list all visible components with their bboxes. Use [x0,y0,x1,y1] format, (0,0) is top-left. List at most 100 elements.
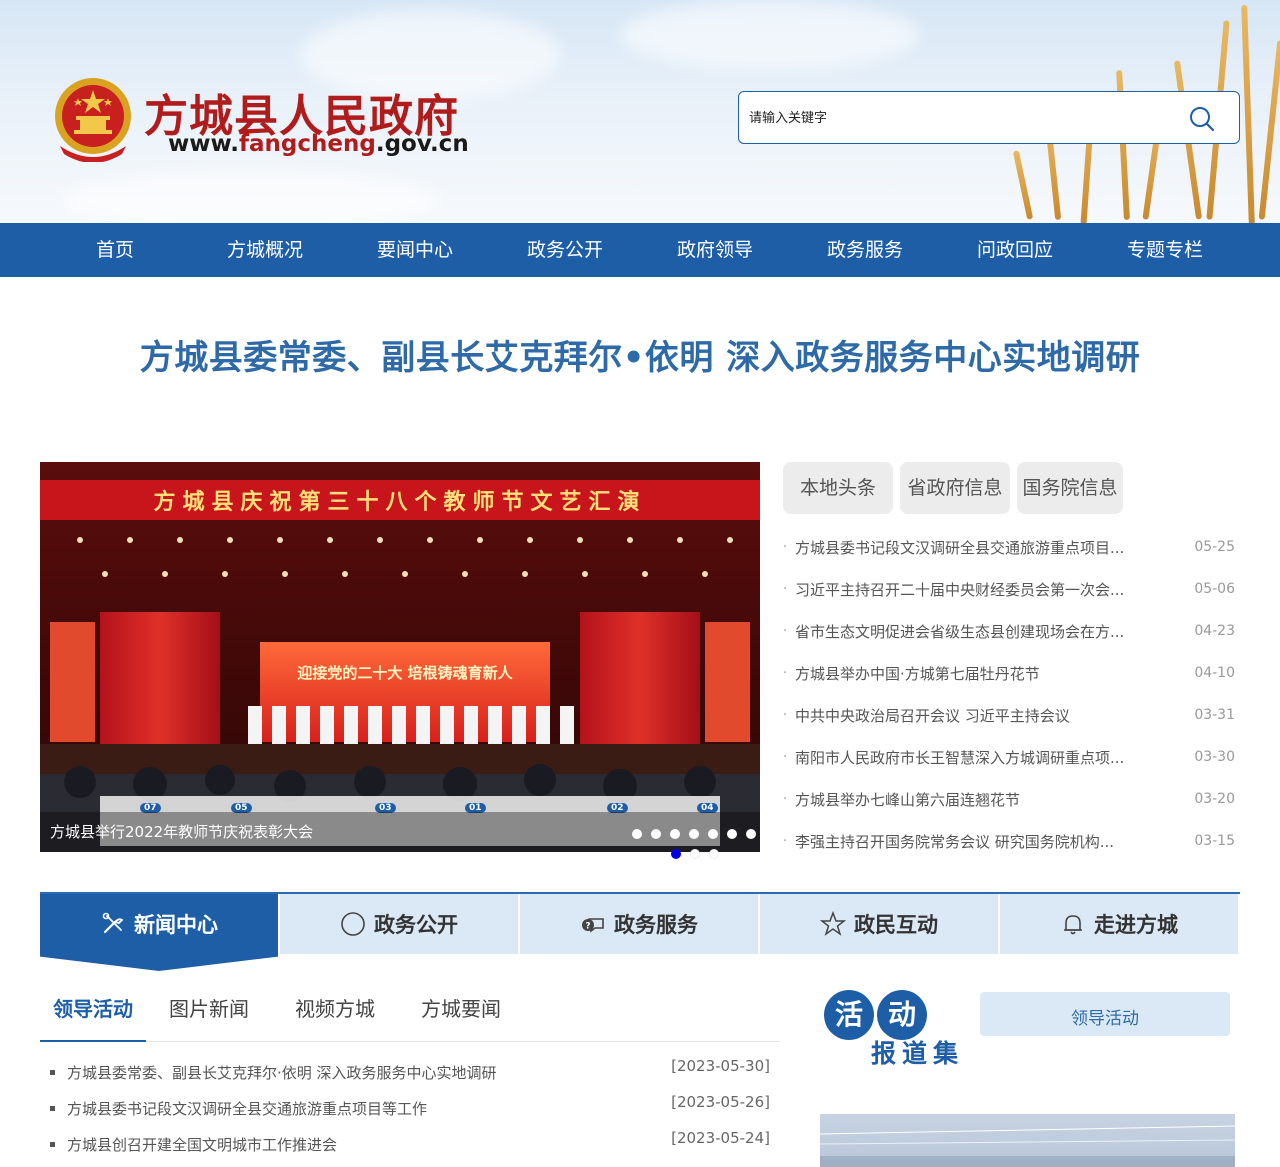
list-item[interactable]: 方城县创召开建全国文明城市工作推进会 [2023-05-24] [50,1126,770,1162]
pager-dot[interactable] [690,849,700,859]
list-item[interactable]: · 南阳市人民政府市长王智慧深入方城调研重点项... 03-30 [783,736,1235,778]
list-item[interactable]: · 中共中央政治局召开会议 习近平主持会议 03-31 [783,694,1235,736]
bullet-icon: · [783,623,788,639]
bullet-icon [50,1141,55,1147]
slider-dot-7[interactable] [746,829,756,839]
tab-government-services[interactable]: ? 政务服务 [520,894,758,954]
nav-item-overview[interactable]: 方城概况 [190,223,340,277]
nav-item-leaders[interactable]: 政府领导 [640,223,790,277]
pager-dot-active[interactable] [671,849,681,859]
list-item[interactable]: 方城县委常委、副县长艾克拜尔·依明 深入政务服务中心实地调研 [2023-05-3… [50,1054,770,1090]
circle-icon [341,912,365,936]
chat-icon: ? [582,918,604,933]
tab-leader-activities[interactable]: 领导活动 [40,990,146,1042]
slider-dot-6[interactable] [727,829,737,839]
news-title[interactable]: 方城县举办中国·方城第七届牡丹花节 [795,663,1175,684]
tab-news-center[interactable]: 新闻中心 [40,894,278,954]
leader-activities-button[interactable]: 领导活动 [980,992,1230,1036]
bullet-icon: · [783,707,788,723]
nav-item-services[interactable]: 政务服务 [790,223,940,277]
tab-label: 政务公开 [374,913,458,937]
tab-state-council-info[interactable]: 国务院信息 [1017,462,1123,514]
news-title[interactable]: 中共中央政治局召开会议 习近平主持会议 [795,705,1175,726]
news-date: 03-15 [1194,833,1235,849]
nav-item-affairs[interactable]: 政务公开 [490,223,640,277]
bullet-icon: · [783,749,788,765]
logo-subtitle: 报道集 [871,1039,965,1068]
tab-video-fangcheng[interactable]: 视频方城 [272,990,398,1042]
slider-dots [632,829,756,839]
news-title[interactable]: 李强主持召开国务院常务会议 研究国务院机构... [795,831,1175,852]
logo-char: 动 [877,990,927,1040]
list-item[interactable]: · 方城县委书记段文汉调研全县交通旅游重点项目... 05-25 [783,526,1235,568]
sub-tabs: 领导活动 图片新闻 视频方城 方城要闻 [40,990,780,1042]
news-title[interactable]: 习近平主持召开二十届中央财经委员会第一次会... [795,579,1175,600]
bullet-icon: · [783,791,788,807]
tab-interaction[interactable]: 政民互动 [760,894,998,954]
site-header: 方城县人民政府 www.fangcheng.gov.cn [0,0,1280,223]
list-item[interactable]: · 方城县举办中国·方城第七届牡丹花节 04-10 [783,652,1235,694]
bullet-icon: · [783,581,788,597]
slider-dot-5[interactable] [708,829,718,839]
photo-slider[interactable]: 方城县庆祝第三十八个教师节文艺汇演 迎接党的二十大 培根铸魂育新人 07 05 … [40,462,760,852]
news-title[interactable]: 省市生态文明促进会省级生态县创建现场会在方... [795,621,1175,642]
tab-provincial-info[interactable]: 省政府信息 [900,462,1010,514]
list-item[interactable]: · 省市生态文明促进会省级生态县创建现场会在方... 04-23 [783,610,1235,652]
tab-about-fangcheng[interactable]: 走进方城 [1000,894,1238,954]
search-input[interactable] [749,106,1169,130]
tab-local-headlines[interactable]: 本地头条 [783,462,893,514]
slider-dot-4[interactable] [689,829,699,839]
slider-pager [671,849,719,859]
slider-dot-1[interactable] [632,829,642,839]
pager-dot[interactable] [709,849,719,859]
tab-fangcheng-news[interactable]: 方城要闻 [398,990,524,1042]
tab-photo-news[interactable]: 图片新闻 [146,990,272,1042]
headline-link[interactable]: 方城县委常委、副县长艾克拜尔•依明 深入政务服务中心实地调研 [0,330,1280,379]
nav-item-home[interactable]: 首页 [40,223,190,277]
nav-item-topics[interactable]: 专题专栏 [1090,223,1240,277]
tab-government-affairs[interactable]: 政务公开 [280,894,518,954]
svg-text:?: ? [585,922,590,932]
activity-photo[interactable] [820,1114,1235,1167]
slider-dot-2[interactable] [651,829,661,839]
news-tabs: 本地头条 省政府信息 国务院信息 [783,462,1123,514]
news-date: 04-10 [1194,665,1235,681]
news-title[interactable]: 方城县举办七峰山第六届连翘花节 [795,789,1175,810]
tab-label: 走进方城 [1094,913,1178,937]
activity-date: [2023-05-26] [671,1093,770,1111]
news-title[interactable]: 南阳市人民政府市长王智慧深入方城调研重点项... [795,747,1175,768]
activity-title[interactable]: 方城县委常委、副县长艾克拜尔·依明 深入政务服务中心实地调研 [67,1062,671,1083]
header-cloud [620,0,920,70]
bullet-icon [50,1069,55,1075]
activity-date: [2023-05-24] [671,1129,770,1147]
list-item[interactable]: 方城县委书记段文汉调研全县交通旅游重点项目等工作 [2023-05-26] [50,1090,770,1126]
slider-stage-text: 迎接党的二十大 培根铸魂育新人 [297,664,513,682]
site-url-domain: fangcheng [239,131,376,157]
activity-list: 方城县委常委、副县长艾克拜尔·依明 深入政务服务中心实地调研 [2023-05-3… [50,1054,770,1162]
slider-banner-text: 方城县庆祝第三十八个教师节文艺汇演 [153,489,647,515]
news-date: 05-25 [1194,539,1235,555]
logo-char: 活 [824,990,874,1040]
list-item[interactable]: · 方城县举办七峰山第六届连翘花节 03-20 [783,778,1235,820]
tools-icon [102,912,124,934]
tab-label: 政民互动 [854,913,938,937]
activity-report-logo: 活 动 报道集 [824,990,974,1070]
section-tabs: 新闻中心 政务公开 ? 政务服务 政民互动 走进方城 [40,892,1240,954]
bullet-icon: · [783,665,788,681]
news-date: 04-23 [1194,623,1235,639]
header-cloud [60,170,440,223]
bell-icon [1064,915,1082,935]
news-title[interactable]: 方城县委书记段文汉调研全县交通旅游重点项目... [795,537,1175,558]
national-emblem-icon [55,78,131,162]
list-item[interactable]: · 习近平主持召开二十届中央财经委员会第一次会... 05-06 [783,568,1235,610]
activity-title[interactable]: 方城县创召开建全国文明城市工作推进会 [67,1134,671,1155]
nav-item-news[interactable]: 要闻中心 [340,223,490,277]
nav-item-response[interactable]: 问政回应 [940,223,1090,277]
list-item[interactable]: · 李强主持召开国务院常务会议 研究国务院机构... 03-15 [783,820,1235,862]
search-icon[interactable] [1187,104,1217,134]
site-url-prefix: www. [168,131,240,157]
slider-dot-3[interactable] [670,829,680,839]
news-date: 05-06 [1194,581,1235,597]
activity-title[interactable]: 方城县委书记段文汉调研全县交通旅游重点项目等工作 [67,1098,671,1119]
site-url-suffix: .gov.cn [375,131,469,157]
